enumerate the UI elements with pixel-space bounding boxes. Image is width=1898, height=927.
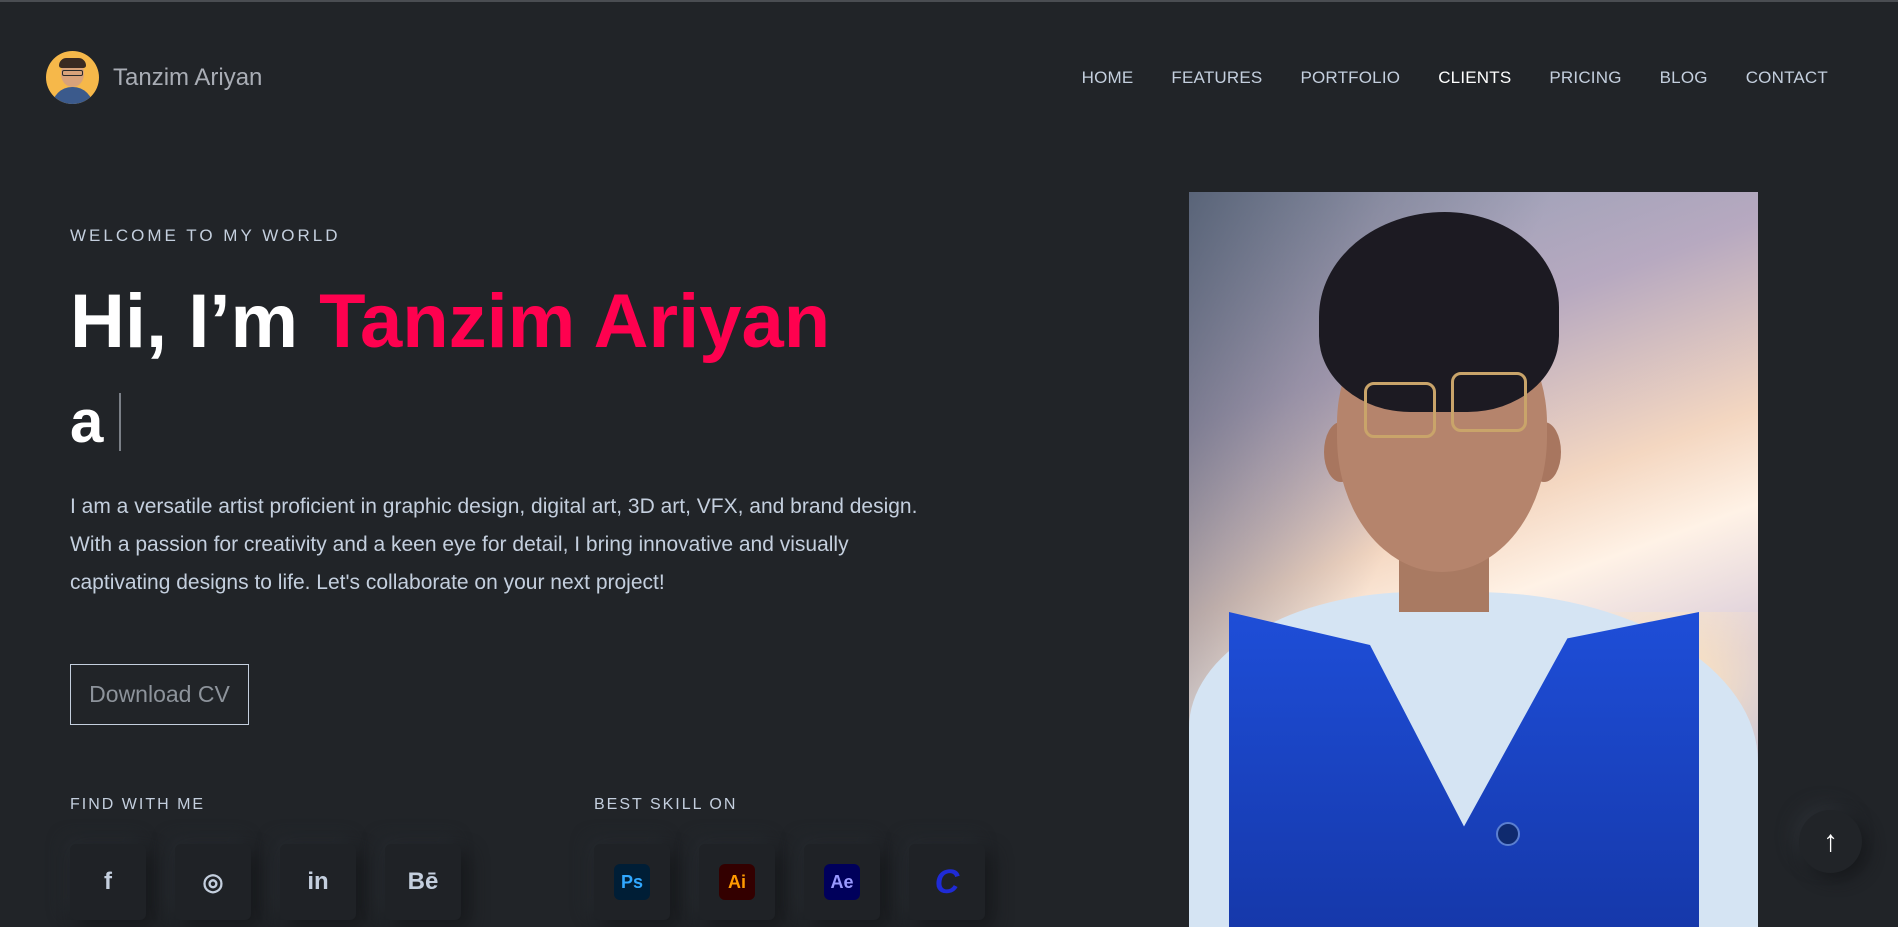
nav-item-pricing[interactable]: PRICING bbox=[1549, 68, 1621, 88]
skill-icons: Ps Ai Ae C bbox=[594, 844, 1014, 920]
canva-skill[interactable]: C bbox=[909, 844, 985, 920]
best-skill-on-title: BEST SKILL ON bbox=[594, 796, 738, 813]
nav-item-home[interactable]: HOME bbox=[1082, 68, 1134, 88]
hero-name: Tanzim Ariyan bbox=[319, 279, 831, 364]
typed-prefix: a bbox=[70, 388, 104, 455]
nav-item-portfolio[interactable]: PORTFOLIO bbox=[1300, 68, 1400, 88]
facebook-icon: f bbox=[104, 868, 112, 895]
arrow-up-icon: ↑ bbox=[1823, 824, 1838, 858]
social-icons: f ◎ in Bē bbox=[70, 844, 490, 920]
hero-bio: I am a versatile artist proficient in gr… bbox=[70, 495, 918, 594]
nav-item-blog[interactable]: BLOG bbox=[1660, 68, 1708, 88]
welcome-text: WELCOME TO MY WORLD bbox=[70, 226, 341, 245]
nav-item-features[interactable]: FEATURES bbox=[1171, 68, 1262, 88]
hero-headline: Hi, I’m Tanzim Ariyan bbox=[70, 277, 830, 367]
photoshop-icon: Ps bbox=[614, 864, 650, 900]
nav-item-clients[interactable]: CLIENTS bbox=[1438, 68, 1511, 88]
illustrator-icon: Ai bbox=[719, 864, 755, 900]
brand-name: Tanzim Ariyan bbox=[113, 63, 263, 91]
main-nav: HOME FEATURES PORTFOLIO CLIENTS PRICING … bbox=[1044, 68, 1828, 88]
facebook-link[interactable]: f bbox=[70, 844, 146, 920]
behance-icon: Bē bbox=[407, 868, 439, 895]
brand[interactable]: Tanzim Ariyan bbox=[46, 51, 262, 104]
typing-cursor bbox=[119, 393, 122, 451]
instagram-link[interactable]: ◎ bbox=[175, 844, 251, 920]
hero-greeting: Hi, I’m bbox=[70, 279, 320, 364]
back-to-top-button[interactable]: ↑ bbox=[1799, 810, 1862, 873]
canva-icon: C bbox=[934, 862, 960, 901]
after-effects-icon: Ae bbox=[824, 864, 860, 900]
linkedin-link[interactable]: in bbox=[280, 844, 356, 920]
instagram-icon: ◎ bbox=[202, 868, 224, 896]
linkedin-icon: in bbox=[307, 868, 329, 895]
site-header: Tanzim Ariyan HOME FEATURES PORTFOLIO CL… bbox=[0, 2, 1898, 157]
typed-role: a bbox=[70, 382, 122, 462]
after-effects-skill[interactable]: Ae bbox=[804, 844, 880, 920]
nav-item-contact[interactable]: CONTACT bbox=[1746, 68, 1828, 88]
download-cv-button[interactable]: Download CV bbox=[70, 664, 249, 725]
illustrator-skill[interactable]: Ai bbox=[699, 844, 775, 920]
photoshop-skill[interactable]: Ps bbox=[594, 844, 670, 920]
behance-link[interactable]: Bē bbox=[385, 844, 461, 920]
profile-photo bbox=[1189, 192, 1758, 927]
find-with-me-title: FIND WITH ME bbox=[70, 796, 206, 813]
avatar bbox=[46, 51, 99, 104]
